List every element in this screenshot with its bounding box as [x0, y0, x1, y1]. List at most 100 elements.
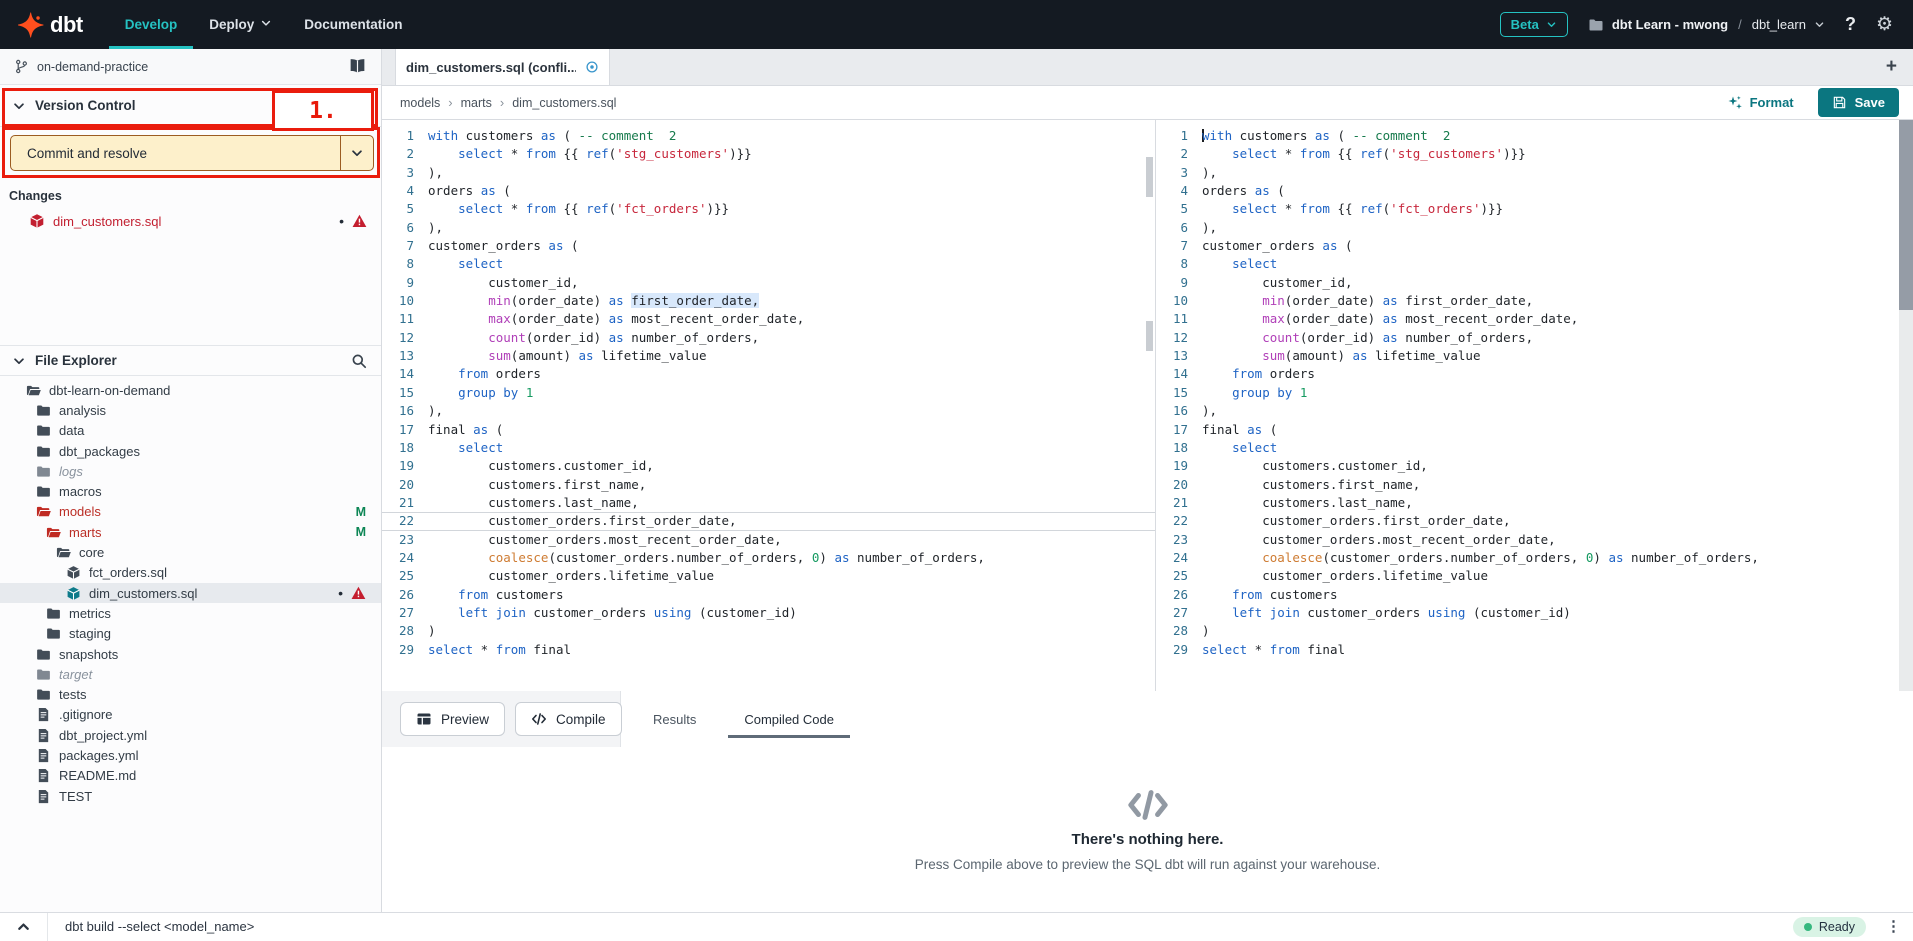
- preview-button[interactable]: Preview: [400, 702, 505, 736]
- tree-item--gitignore[interactable]: .gitignore: [0, 705, 381, 725]
- file-icon: [36, 768, 51, 783]
- breadcrumb-file[interactable]: dim_customers.sql: [512, 96, 616, 110]
- left-pane-scrollbar-thumb[interactable]: [1146, 321, 1153, 351]
- code-line: 26 from customers: [1156, 586, 1899, 604]
- tree-item-staging[interactable]: staging: [0, 624, 381, 644]
- nav-documentation[interactable]: Documentation: [288, 0, 418, 49]
- code-text: ),: [428, 219, 443, 237]
- nav-deploy[interactable]: Deploy: [193, 0, 288, 49]
- code-text: customer_orders.most_recent_order_date,: [1202, 531, 1556, 549]
- right-pane-scrollbar-track[interactable]: [1899, 120, 1913, 691]
- tree-item-packages-yml[interactable]: packages.yml: [0, 745, 381, 765]
- gear-icon[interactable]: ⚙: [1876, 15, 1893, 34]
- tree-item-dbt-learn-on-demand[interactable]: dbt-learn-on-demand: [0, 380, 381, 400]
- format-button[interactable]: Format: [1727, 95, 1794, 111]
- tree-item-test[interactable]: TEST: [0, 786, 381, 806]
- docs-book-icon[interactable]: [348, 58, 367, 75]
- line-number: 8: [1156, 255, 1202, 273]
- code-text: group by 1: [1202, 384, 1307, 402]
- code-text: with customers as ( -- comment 2: [1202, 127, 1450, 145]
- tree-item-fct-orders-sql[interactable]: fct_orders.sql: [0, 563, 381, 583]
- file-icon: [36, 789, 51, 804]
- code-text: customers.first_name,: [428, 476, 646, 494]
- tree-item-label: dbt_project.yml: [59, 728, 147, 743]
- code-line: 8 select: [1156, 255, 1899, 273]
- tab-compiled-code[interactable]: Compiled Code: [738, 691, 840, 747]
- tree-item-label: marts: [69, 525, 102, 540]
- breadcrumb-models[interactable]: models: [400, 96, 440, 110]
- tree-item-models[interactable]: modelsM: [0, 502, 381, 522]
- commit-and-resolve-button[interactable]: Commit and resolve: [11, 136, 340, 170]
- file-tree: dbt-learn-on-demandanalysisdatadbt_packa…: [0, 380, 381, 912]
- tree-item-target[interactable]: target: [0, 664, 381, 684]
- search-icon[interactable]: [351, 353, 367, 369]
- tab-dim-customers[interactable]: dim_customers.sql (confli...: [395, 49, 610, 85]
- code-line: 15 group by 1: [382, 384, 1155, 402]
- code-pane-right[interactable]: 1with customers as ( -- comment 22 selec…: [1156, 120, 1899, 691]
- version-control-header[interactable]: Version Control: [0, 85, 381, 127]
- code-line: 16),: [382, 402, 1155, 420]
- dbt-logo[interactable]: dbt: [0, 0, 109, 49]
- tree-item-label: metrics: [69, 606, 111, 621]
- branch-selector[interactable]: on-demand-practice: [0, 49, 381, 85]
- code-text: customer_orders.most_recent_order_date,: [428, 531, 782, 549]
- tree-item-dbt-packages[interactable]: dbt_packages: [0, 441, 381, 461]
- tree-item-logs[interactable]: logs: [0, 461, 381, 481]
- line-number: 20: [382, 476, 428, 494]
- code-text: customers.customer_id,: [1202, 457, 1428, 475]
- tree-item-macros[interactable]: macros: [0, 481, 381, 501]
- line-number: 2: [382, 145, 428, 163]
- tree-item-data[interactable]: data: [0, 421, 381, 441]
- tree-item-core[interactable]: core: [0, 542, 381, 562]
- tree-item-label: core: [79, 545, 104, 560]
- tree-item-label: macros: [59, 484, 102, 499]
- help-icon[interactable]: ?: [1845, 14, 1856, 35]
- line-number: 18: [1156, 439, 1202, 457]
- file-explorer-header[interactable]: File Explorer: [0, 345, 381, 376]
- tree-item-metrics[interactable]: metrics: [0, 603, 381, 623]
- dbt-cloud-ide: dbt Develop Deploy Documentation Beta db…: [0, 0, 1913, 940]
- left-pane-scrollbar-thumb[interactable]: [1146, 157, 1153, 197]
- tree-item-marts[interactable]: martsM: [0, 522, 381, 542]
- tree-item-snapshots[interactable]: snapshots: [0, 644, 381, 664]
- empty-state-title: There's nothing here.: [1072, 831, 1224, 848]
- chevron-down-icon: [260, 17, 272, 32]
- code-line: 3),: [1156, 164, 1899, 182]
- beta-badge[interactable]: Beta: [1500, 12, 1568, 37]
- tree-item-analysis[interactable]: analysis: [0, 400, 381, 420]
- code-icon: [531, 711, 547, 727]
- code-text: coalesce(customer_orders.number_of_order…: [1202, 549, 1759, 567]
- kebab-menu-icon[interactable]: ⋮: [1886, 919, 1901, 934]
- tab-results[interactable]: Results: [647, 691, 702, 747]
- tree-item-dbt-project-yml[interactable]: dbt_project.yml: [0, 725, 381, 745]
- code-text: ): [428, 622, 436, 640]
- changes-title: Changes: [9, 189, 62, 203]
- code-line: 22 customer_orders.first_order_date,: [1156, 512, 1899, 530]
- commit-options-dropdown[interactable]: [340, 136, 373, 170]
- changed-file-dim-customers[interactable]: dim_customers.sql •: [0, 209, 381, 233]
- nav-deploy-label: Deploy: [209, 17, 254, 32]
- line-number: 25: [382, 567, 428, 585]
- new-tab-button[interactable]: +: [1886, 56, 1897, 78]
- tree-item-tests[interactable]: tests: [0, 684, 381, 704]
- code-pane-left[interactable]: 1with customers as ( -- comment 22 selec…: [382, 120, 1155, 691]
- sparkles-icon: [1727, 95, 1743, 111]
- line-number: 26: [1156, 586, 1202, 604]
- dbt-logo-text: dbt: [50, 12, 83, 38]
- command-input[interactable]: dbt build --select <model_name>: [65, 919, 254, 934]
- save-button[interactable]: Save: [1818, 88, 1899, 117]
- nav-develop[interactable]: Develop: [109, 0, 194, 49]
- line-number: 13: [1156, 347, 1202, 365]
- line-number: 17: [382, 421, 428, 439]
- line-number: 16: [1156, 402, 1202, 420]
- compile-button[interactable]: Compile: [515, 702, 622, 736]
- breadcrumb-marts[interactable]: marts: [461, 96, 492, 110]
- tree-item-dim-customers-sql[interactable]: dim_customers.sql•: [0, 583, 381, 603]
- chevron-up-icon[interactable]: [16, 919, 31, 934]
- right-pane-scrollbar-thumb[interactable]: [1899, 120, 1913, 310]
- project-selector[interactable]: dbt Learn - mwong / dbt_learn: [1588, 17, 1825, 33]
- project-separator: /: [1736, 17, 1744, 32]
- code-icon: [1127, 788, 1169, 822]
- tree-item-readme-md[interactable]: README.md: [0, 766, 381, 786]
- code-line: 4orders as (: [382, 182, 1155, 200]
